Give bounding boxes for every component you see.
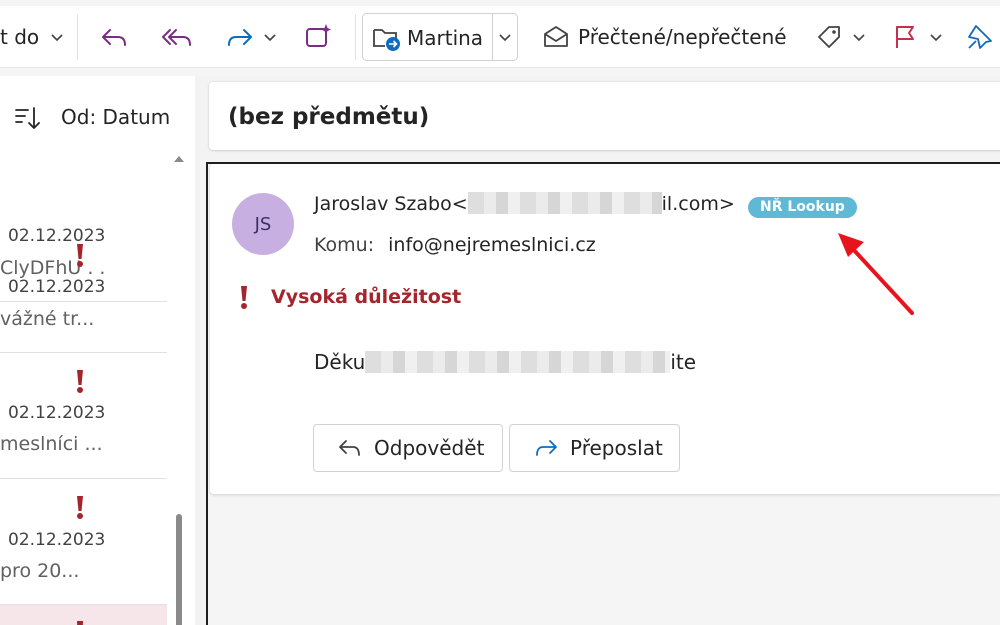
reply-all-icon [162,29,191,46]
chevron-down-icon [51,34,63,42]
message-body: Děku ite [314,350,696,374]
message-card: JS Jaroslav Szabo< il.com> NŘ Lookup Komu… [210,164,1000,494]
item-date: 02.12.2023 [8,277,106,297]
flag-button[interactable] [892,6,944,68]
body-start: Děku [314,350,366,374]
item-snippet: vážné tr... [0,308,95,330]
chevron-down-icon[interactable] [497,29,513,45]
importance-icon [77,496,83,519]
importance-text: Vysoká důležitost [271,286,462,308]
reply-all-button[interactable] [160,6,194,68]
redacted-body [365,350,671,373]
message-subject: (bez předmětu) [228,104,430,130]
category-button-label: Martina [407,26,484,50]
importance-icon [77,370,83,393]
flag-icon [896,26,914,48]
move-to-label: t do [0,25,40,49]
reply-label: Odpovědět [374,436,485,460]
scroll-thumb[interactable] [176,514,182,625]
tag-button[interactable] [815,6,867,68]
sender-name: Jaroslav Szabo< [314,193,468,215]
ribbon-toolbar: t do Martina Přečtené/nepřečtené [0,0,1000,76]
item-snippet: pro 20... [0,560,80,582]
item-date: 02.12.2023 [8,403,106,423]
chevron-down-icon [853,34,865,42]
forward-icon [536,440,557,456]
sender-avatar[interactable]: JS [232,193,294,255]
reply-button[interactable] [98,6,130,68]
to-label: Komu: [314,234,375,256]
category-button[interactable]: Martina [362,13,518,61]
move-to-button[interactable]: t do [0,6,65,68]
sort-icon [15,107,40,129]
sender-email-tail: il.com> [661,193,735,215]
reply-icon [102,29,126,46]
importance-icon [77,621,83,625]
toolbar-separator [355,14,356,60]
sort-label: Od: Datum [61,105,171,129]
sparkle-icon [306,24,331,47]
chevron-down-icon [264,34,276,42]
recipient-line: Komu: info@nejremeslnici.cz [314,234,596,256]
pin-icon [968,25,992,49]
list-sort-header[interactable]: Od: Datum [0,76,195,152]
subject-header: (bez předmětu) [209,82,1000,150]
forward-button[interactable] [224,6,278,68]
body-end: ite [670,350,697,374]
list-item-selected[interactable] [0,605,167,625]
forward-icon [228,29,252,46]
scroll-up-arrow[interactable] [174,156,184,162]
item-snippet: meslníci ... [0,433,103,455]
avatar-initials: JS [254,213,272,235]
list-scrollbar[interactable] [170,156,185,625]
message-list: Od: Datum 02.12.2023 ClyDFhU . . 02.12.2… [0,76,195,625]
forward-label: Přeposlat [570,436,663,460]
sender-line[interactable]: Jaroslav Szabo< il.com> [314,191,735,215]
tag-icon [818,26,840,48]
reply-icon [339,440,360,456]
reply-button[interactable]: Odpovědět [313,424,503,472]
sweep-button[interactable] [302,6,334,68]
read-unread-button[interactable]: Přečtené/nepřečtené [542,6,787,68]
folder-move-icon [372,23,402,57]
importance-icon [77,244,83,267]
pin-button[interactable] [966,6,994,68]
ribbon-bar: t do Martina Přečtené/nepřečtené [0,6,1000,68]
split-divider [492,14,493,60]
importance-icon [241,286,247,309]
list-item[interactable]: 02.12.2023 meslníci ... [0,353,167,479]
lookup-badge[interactable]: NŘ Lookup [748,197,857,218]
list-item[interactable]: 02.12.2023 pro 20... [0,479,167,605]
to-address[interactable]: info@nejremeslnici.cz [388,234,596,256]
read-unread-label: Přečtené/nepřečtené [578,25,787,49]
item-date: 02.12.2023 [8,530,106,550]
toolbar-separator [77,14,78,60]
chevron-down-icon [930,34,942,42]
forward-button[interactable]: Přeposlat [509,424,680,472]
redacted-email [467,191,662,214]
importance-banner: Vysoká důležitost [237,284,461,310]
envelope-open-icon [544,26,568,47]
annotation-arrow-icon [838,233,914,315]
list-item[interactable]: 02.12.2023 vážné tr... [0,226,167,353]
